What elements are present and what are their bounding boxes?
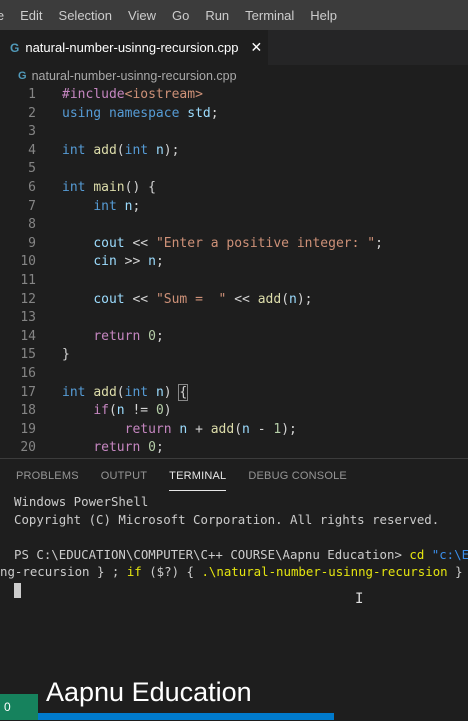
editor-tab-bar: G natural-number-usinng-recursion.cpp ✕ [0, 30, 468, 65]
tab-debug-console[interactable]: DEBUG CONSOLE [248, 459, 347, 493]
code-line: 4 int add(int n); [0, 142, 468, 161]
code-line: 20 return 0; [0, 439, 468, 458]
terminal-keyword: if [126, 564, 142, 579]
code-text: int add(int n) { [62, 383, 189, 401]
breadcrumb-filename[interactable]: natural-number-usinng-recursion.cpp [32, 69, 237, 83]
remote-indicator[interactable]: 0 [0, 694, 38, 720]
line-number: 2 [28, 105, 36, 121]
terminal-prompt: PS C:\EDUCATION\COMPUTER\C++ COURSE\Aapn… [14, 546, 410, 562]
menu-run[interactable]: Run [197, 8, 237, 23]
line-number: 15 [20, 347, 36, 363]
code-text: int add(int n); [62, 142, 180, 158]
tab-output[interactable]: OUTPUT [101, 459, 147, 493]
tab-filename: natural-number-usinng-recursion.cpp [25, 40, 239, 55]
terminal-line: PS C:\EDUCATION\COMPUTER\C++ COURSE\Aapn… [14, 546, 468, 564]
line-number: 4 [28, 142, 36, 158]
menu-file[interactable]: le [0, 8, 12, 23]
panel-tab-bar: PROBLEMS OUTPUT TERMINAL DEBUG CONSOLE [0, 459, 468, 493]
line-number: 9 [28, 235, 36, 251]
code-text: int n; [93, 198, 141, 214]
cpp-file-icon: G [18, 70, 27, 82]
terminal-command: .\natural-number-usinng-recursion [201, 564, 448, 579]
line-number: 18 [20, 403, 36, 419]
line-number: 12 [20, 291, 36, 307]
code-line: 6 int main() { [0, 179, 468, 198]
line-number: 10 [20, 254, 36, 270]
line-number: 19 [20, 421, 36, 437]
menu-view[interactable]: View [120, 8, 164, 23]
menu-terminal[interactable]: Terminal [237, 8, 302, 23]
terminal-cursor [14, 582, 21, 598]
line-number: 20 [20, 440, 36, 456]
menu-bar: le Edit Selection View Go Run Terminal H… [0, 0, 468, 30]
code-line: 7 int n; [0, 198, 468, 217]
code-line: 18 if(n != 0) [0, 402, 468, 421]
terminal-line: ng-recursion } ; if ($?) { .\natural-num… [0, 563, 468, 581]
terminal-line: Copyright (C) Microsoft Corporation. All… [14, 511, 440, 527]
terminal-text: ($?) { [141, 564, 202, 579]
code-line: 16 [0, 365, 468, 384]
code-line: 19 return n + add(n - 1); [0, 421, 468, 440]
code-line: 9 cout << "Enter a positive integer: "; [0, 235, 468, 254]
terminal-output[interactable]: Windows PowerShell Copyright (C) Microso… [0, 493, 468, 599]
code-text: return n + add(n - 1); [124, 421, 297, 437]
mouse-ibeam-icon: I [355, 591, 364, 607]
code-text: cout << "Enter a positive integer: "; [93, 235, 383, 251]
line-number: 6 [28, 180, 36, 195]
code-line: 14 return 0; [0, 328, 468, 347]
line-number: 11 [20, 273, 36, 288]
code-line: 12 cout << "Sum = " << add(n); [0, 291, 468, 310]
code-line: 2 using namespace std; [0, 105, 468, 124]
line-number: 5 [28, 161, 36, 177]
terminal-text: ng-recursion } ; [0, 564, 127, 579]
line-number: 8 [28, 217, 36, 233]
line-number: 14 [20, 328, 36, 344]
code-text: using namespace std; [62, 105, 219, 121]
code-text: return 0; [93, 328, 164, 344]
remote-indicator-text: 0 [4, 700, 11, 714]
line-number: 1 [28, 87, 36, 102]
breadcrumb: G natural-number-usinng-recursion.cpp [0, 65, 468, 87]
menu-help[interactable]: Help [302, 8, 345, 23]
code-editor[interactable]: 1 #include<iostream> 2 using namespace std… [0, 86, 468, 458]
terminal-path-arg: "c:\EDUCATION\COMPUTER\C++ COURSE\Aapnu … [431, 546, 468, 562]
code-line: 11 [0, 272, 468, 291]
close-icon[interactable]: ✕ [251, 39, 263, 56]
code-text: int main() { [62, 180, 156, 195]
line-number: 3 [28, 124, 36, 140]
code-line: 17 int add(int n) { [0, 383, 468, 403]
terminal-line: Windows PowerShell [14, 494, 149, 509]
terminal-command: cd [409, 546, 425, 562]
code-line: 13 [0, 309, 468, 328]
menu-selection[interactable]: Selection [51, 8, 120, 23]
terminal-line [14, 581, 468, 599]
menu-go[interactable]: Go [164, 8, 197, 23]
terminal-text: } [447, 564, 463, 579]
line-number: 13 [20, 310, 36, 326]
tab-problems[interactable]: PROBLEMS [16, 459, 79, 493]
tab-terminal[interactable]: TERMINAL [169, 459, 227, 493]
line-number: 17 [20, 384, 36, 400]
code-line: 3 [0, 123, 468, 142]
code-line: 8 [0, 216, 468, 235]
code-text: cin >> n; [93, 254, 164, 270]
line-number: 7 [28, 198, 36, 214]
code-line: 5 [0, 160, 468, 179]
code-line: 15} [0, 346, 468, 365]
code-text: #include<iostream> [62, 87, 203, 102]
channel-watermark: Aapnu Education [46, 677, 252, 707]
status-bar [0, 713, 334, 720]
code-text: if(n != 0) [93, 403, 172, 419]
code-text: } [62, 347, 70, 363]
line-number: 16 [20, 366, 36, 381]
code-text: return 0; [93, 440, 164, 456]
cpp-file-icon: G [10, 40, 20, 55]
code-line: 10 cin >> n; [0, 253, 468, 272]
menu-edit[interactable]: Edit [12, 8, 50, 23]
code-line: 1 #include<iostream> [0, 86, 468, 105]
code-text: cout << "Sum = " << add(n); [93, 291, 313, 307]
editor-tab-active[interactable]: G natural-number-usinng-recursion.cpp ✕ [0, 30, 268, 65]
